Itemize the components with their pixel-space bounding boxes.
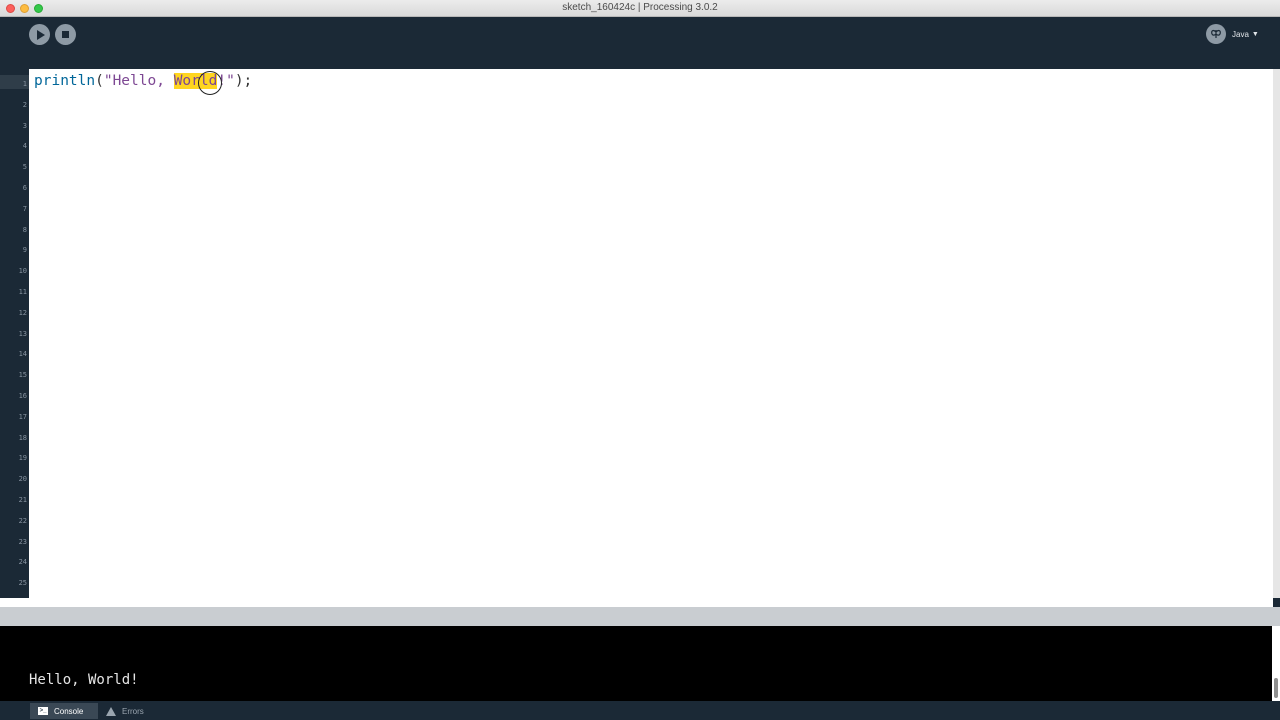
line-number: 1 xyxy=(22,80,27,88)
terminal-icon: >_ xyxy=(38,707,48,715)
editor-horizontal-scrollbar[interactable] xyxy=(0,598,1273,607)
title-bar: sketch_160424c | Processing 3.0.2 xyxy=(0,0,1280,17)
line-number: 23 xyxy=(18,537,27,546)
butterfly-icon xyxy=(1211,29,1221,38)
code-paren-open: ( xyxy=(95,73,104,89)
line-number: 8 xyxy=(22,225,27,234)
line-number: 10 xyxy=(18,267,27,276)
line-number: 12 xyxy=(18,308,27,317)
line-number: 20 xyxy=(18,475,27,484)
stop-icon xyxy=(62,31,69,38)
line-number: 7 xyxy=(22,204,27,213)
line-number: 25 xyxy=(18,579,27,588)
mode-label: Java xyxy=(1232,30,1249,39)
tab-console[interactable]: >_ Console xyxy=(30,703,98,719)
line-number: 18 xyxy=(18,433,27,442)
line-number: 3 xyxy=(22,121,27,130)
line-number: 5 xyxy=(22,163,27,172)
status-bar xyxy=(0,607,1280,626)
toolbar: Java ▼ sketch_160424c ▼ xyxy=(0,17,1280,86)
debug-button[interactable] xyxy=(1206,24,1226,44)
warning-icon xyxy=(106,706,116,716)
code-string-start: "Hello, xyxy=(103,73,174,89)
tab-errors[interactable]: Errors xyxy=(98,703,158,719)
line-number: 17 xyxy=(18,412,27,421)
run-button[interactable] xyxy=(29,24,50,45)
line-number: 11 xyxy=(18,288,27,296)
console-panel: Hello, World! xyxy=(0,626,1272,701)
line-number: 15 xyxy=(18,371,27,380)
footer-tabs: >_ Console Errors xyxy=(0,701,1280,720)
editor-vertical-scrollbar[interactable] xyxy=(1273,69,1280,598)
console-scroll-thumb[interactable] xyxy=(1274,678,1278,698)
code-paren-close: ); xyxy=(234,73,253,89)
line-number: 14 xyxy=(18,350,27,359)
line-number: 6 xyxy=(22,184,27,192)
mode-selector[interactable]: Java ▼ xyxy=(1232,28,1272,41)
code-function: println xyxy=(34,73,96,89)
chevron-down-icon: ▼ xyxy=(1251,31,1259,38)
tab-console-label: Console xyxy=(54,706,84,716)
line-number-gutter: 1 2 3 4 5 6 7 8 9 10 11 12 13 14 15 16 17 18 19 20 21 22 23 24 2… xyxy=(0,69,29,598)
console-output: Hello, World! xyxy=(29,672,139,688)
stop-button[interactable] xyxy=(55,24,76,45)
play-icon xyxy=(36,29,45,40)
code-editor[interactable]: println("Hello, World!"); xyxy=(29,69,1273,598)
line-number: 24 xyxy=(18,558,27,567)
line-number: 21 xyxy=(18,496,27,504)
window-title: sketch_160424c | Processing 3.0.2 xyxy=(562,2,718,13)
line-number: 19 xyxy=(18,454,27,463)
mouse-cursor-indicator xyxy=(198,71,222,95)
line-number: 9 xyxy=(22,246,27,255)
tab-errors-label: Errors xyxy=(122,706,144,716)
line-number: 4 xyxy=(22,142,27,151)
line-number: 13 xyxy=(18,329,27,338)
line-number: 16 xyxy=(18,392,27,400)
line-number: 2 xyxy=(22,100,27,109)
line-number: 22 xyxy=(18,516,27,525)
